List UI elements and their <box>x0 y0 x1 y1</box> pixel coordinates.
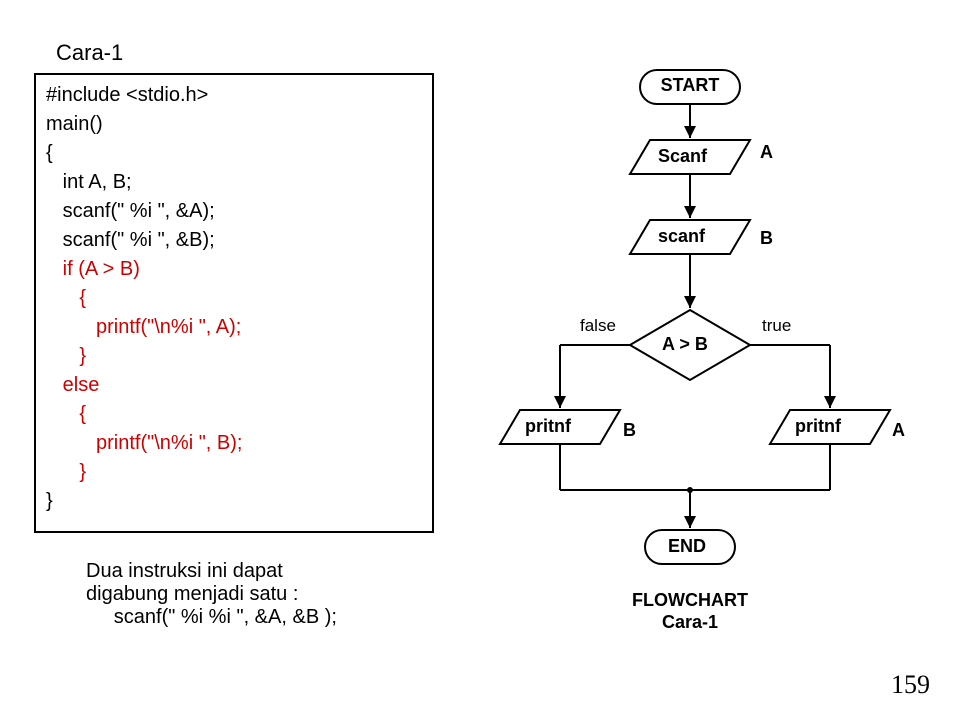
node-scanf-b-var: B <box>760 228 773 249</box>
page-title: Cara-1 <box>56 40 123 66</box>
node-printf-right: pritnf <box>795 416 841 437</box>
node-end: END <box>668 536 706 557</box>
flowchart: START Scanf A scanf B A > B false true p… <box>490 60 930 680</box>
code-line: scanf(" %i ", &B); <box>46 229 215 251</box>
code-line: int A, B; <box>46 171 132 193</box>
node-printf-left-var: B <box>623 420 636 441</box>
node-printf-left: pritnf <box>525 416 571 437</box>
code-line: if (A > B) <box>46 258 140 280</box>
label-true: true <box>762 316 791 336</box>
node-decision: A > B <box>662 334 708 355</box>
node-start: START <box>653 75 727 96</box>
code-line: } <box>46 490 53 512</box>
code-line: else <box>46 374 99 396</box>
node-scanf-b: scanf <box>658 226 705 247</box>
code-line: scanf(" %i ", &A); <box>46 200 215 222</box>
code-box: #include <stdio.h> main() { int A, B; sc… <box>34 73 434 533</box>
code-line: main() <box>46 113 103 135</box>
label-false: false <box>580 316 616 336</box>
code-line: { <box>46 142 53 164</box>
code-line: } <box>46 461 86 483</box>
node-scanf-a: Scanf <box>658 146 707 167</box>
code-line: { <box>46 287 86 309</box>
code-line: } <box>46 345 86 367</box>
code-line: #include <stdio.h> <box>46 84 208 106</box>
code-line: printf("\n%i ", A); <box>46 316 241 338</box>
note-text: Dua instruksi ini dapat digabung menjadi… <box>86 560 337 629</box>
flowchart-caption-1: FLOWCHART <box>590 590 790 611</box>
code-line: { <box>46 403 86 425</box>
code-line: printf("\n%i ", B); <box>46 432 242 454</box>
flowchart-caption-2: Cara-1 <box>590 612 790 633</box>
node-printf-right-var: A <box>892 420 905 441</box>
node-scanf-a-var: A <box>760 142 773 163</box>
